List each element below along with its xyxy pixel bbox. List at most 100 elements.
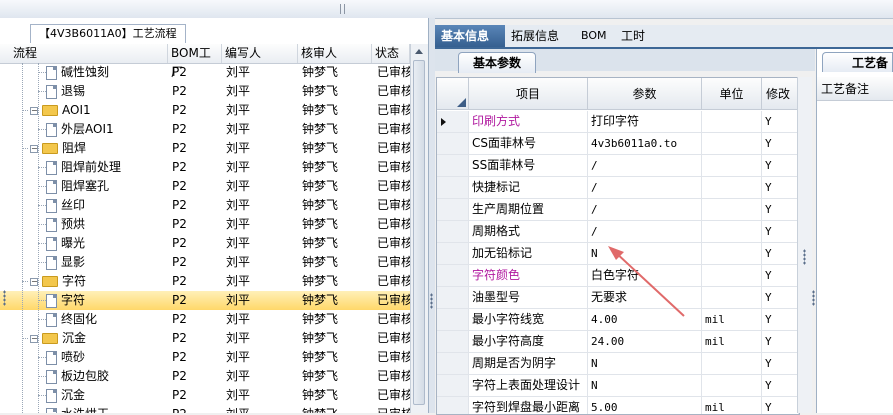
- parameter-row[interactable]: CS面菲林号 4v3b6011a0.to Y: [437, 133, 799, 155]
- column-header-item[interactable]: 项目: [469, 78, 588, 110]
- param-cell[interactable]: /: [588, 221, 702, 242]
- parameter-row[interactable]: 快捷标记 / Y: [437, 177, 799, 199]
- unit-cell[interactable]: mil: [702, 397, 762, 414]
- tree-node[interactable]: 丝印: [46, 196, 168, 215]
- tree-row[interactable]: 曝光 P2 刘平 钟梦飞 已审核: [0, 234, 410, 253]
- modify-cell[interactable]: Y: [762, 375, 799, 396]
- splitter-grip-icon[interactable]: [430, 293, 433, 309]
- collapse-toggle-icon[interactable]: −: [30, 106, 38, 115]
- row-indicator[interactable]: [437, 133, 469, 154]
- modify-cell[interactable]: Y: [762, 199, 799, 220]
- scroll-up-icon[interactable]: [415, 49, 423, 54]
- tree-vertical-scrollbar[interactable]: [410, 44, 428, 413]
- column-header-writer[interactable]: 编写人: [222, 44, 298, 63]
- unit-cell[interactable]: [702, 375, 762, 396]
- tree-row[interactable]: 外层AOI1 P2 刘平 钟梦飞 已审核: [0, 120, 410, 139]
- grid-vertical-scrollbar[interactable]: [797, 77, 812, 413]
- tree-row[interactable]: 预烘 P2 刘平 钟梦飞 已审核: [0, 215, 410, 234]
- row-indicator[interactable]: [437, 353, 469, 374]
- column-header-bom[interactable]: BOM工厂: [168, 44, 222, 79]
- param-cell[interactable]: 5.00: [588, 397, 702, 414]
- tree-node[interactable]: 沉金: [46, 386, 168, 405]
- row-indicator[interactable]: [437, 309, 469, 330]
- tree-row[interactable]: 水洗烘干P2刘平钟梦飞已审核: [0, 405, 410, 413]
- param-cell[interactable]: N: [588, 375, 702, 396]
- process-notes-tab[interactable]: 工艺备: [822, 52, 893, 72]
- unit-cell[interactable]: [702, 265, 762, 286]
- column-header-param[interactable]: 参数: [588, 78, 702, 110]
- param-cell[interactable]: 24.00: [588, 331, 702, 352]
- tree-row[interactable]: 阻焊塞孔 P2 刘平 钟梦飞 已审核: [0, 177, 410, 196]
- row-indicator[interactable]: [437, 111, 469, 132]
- collapse-toggle-icon[interactable]: −: [30, 334, 38, 343]
- tree-row[interactable]: 丝印 P2 刘平 钟梦飞 已审核: [0, 196, 410, 215]
- tree-node[interactable]: 字符: [46, 291, 168, 310]
- parameter-row[interactable]: 印刷方式 打印字符 Y: [437, 111, 799, 133]
- tree-node[interactable]: 退锡: [46, 82, 168, 101]
- process-flow-tab[interactable]: 【4V3B6011A0】工艺流程: [30, 24, 186, 43]
- param-cell[interactable]: /: [588, 177, 702, 198]
- tree-node[interactable]: − AOI1: [30, 101, 168, 120]
- column-header-unit[interactable]: 单位: [702, 78, 762, 110]
- row-indicator[interactable]: [437, 177, 469, 198]
- tab-basic-info[interactable]: 基本信息: [435, 25, 505, 47]
- tree-folder-row[interactable]: − 阻焊 P2 刘平 钟梦飞 已审核: [0, 139, 410, 158]
- unit-cell[interactable]: [702, 111, 762, 132]
- modify-cell[interactable]: Y: [762, 133, 799, 154]
- unit-cell[interactable]: mil: [702, 331, 762, 352]
- param-cell[interactable]: N: [588, 353, 702, 374]
- unit-cell[interactable]: [702, 133, 762, 154]
- tree-node[interactable]: 水洗烘干: [46, 405, 168, 413]
- tree-folder-row[interactable]: − 字符 P2 刘平 钟梦飞 已审核: [0, 272, 410, 291]
- parameter-row[interactable]: 最小字符高度 24.00 mil Y: [437, 331, 799, 353]
- row-indicator[interactable]: [437, 199, 469, 220]
- tree-node[interactable]: 外层AOI1: [46, 120, 168, 139]
- tree-node[interactable]: 阻焊前处理: [46, 158, 168, 177]
- collapse-toggle-icon[interactable]: −: [30, 277, 38, 286]
- tree-folder-row[interactable]: − AOI1 P2 刘平 钟梦飞 已审核: [0, 101, 410, 120]
- tree-node[interactable]: 阻焊塞孔: [46, 177, 168, 196]
- tab-extended-info[interactable]: 拓展信息: [505, 25, 565, 47]
- tree-node[interactable]: 碱性蚀刻: [46, 63, 168, 82]
- modify-cell[interactable]: Y: [762, 353, 799, 374]
- modify-cell[interactable]: Y: [762, 243, 799, 264]
- tree-row[interactable]: 沉金 P2 刘平 钟梦飞 已审核: [0, 386, 410, 405]
- param-cell[interactable]: /: [588, 155, 702, 176]
- parameter-row[interactable]: 字符到焊盘最小距离 5.00 mil Y: [437, 397, 799, 414]
- unit-cell[interactable]: [702, 177, 762, 198]
- parameter-row[interactable]: 生产周期位置 / Y: [437, 199, 799, 221]
- modify-cell[interactable]: Y: [762, 309, 799, 330]
- param-cell[interactable]: /: [588, 199, 702, 220]
- unit-cell[interactable]: [702, 221, 762, 242]
- column-header-status[interactable]: 状态: [372, 44, 410, 63]
- collapse-toggle-icon[interactable]: −: [30, 144, 38, 153]
- row-indicator[interactable]: [437, 331, 469, 352]
- row-indicator[interactable]: [437, 375, 469, 396]
- grid-corner[interactable]: [437, 78, 469, 110]
- unit-cell[interactable]: mil: [702, 309, 762, 330]
- modify-cell[interactable]: Y: [762, 177, 799, 198]
- unit-cell[interactable]: [702, 199, 762, 220]
- tab-bom[interactable]: BOM: [575, 25, 613, 47]
- unit-cell[interactable]: [702, 243, 762, 264]
- modify-cell[interactable]: Y: [762, 265, 799, 286]
- grid-grip-icon[interactable]: [803, 249, 806, 265]
- param-cell[interactable]: 4v3b6011a0.to: [588, 133, 702, 154]
- tree-node[interactable]: 曝光: [46, 234, 168, 253]
- modify-cell[interactable]: Y: [762, 155, 799, 176]
- tree-node[interactable]: 显影: [46, 253, 168, 272]
- tree-folder-row[interactable]: − 沉金 P2 刘平 钟梦飞 已审核: [0, 329, 410, 348]
- row-indicator[interactable]: [437, 243, 469, 264]
- tree-row[interactable]: 阻焊前处理 P2 刘平 钟梦飞 已审核: [0, 158, 410, 177]
- parameter-row[interactable]: 字符上表面处理设计 N Y: [437, 375, 799, 397]
- modify-cell[interactable]: Y: [762, 331, 799, 352]
- column-header-modify[interactable]: 修改: [762, 78, 799, 110]
- tree-row[interactable]: 板边包胶 P2 刘平 钟梦飞 已审核: [0, 367, 410, 386]
- unit-cell[interactable]: [702, 287, 762, 308]
- unit-cell[interactable]: [702, 353, 762, 374]
- tree-node[interactable]: 预烘: [46, 215, 168, 234]
- scrollbar-thumb[interactable]: [413, 60, 425, 405]
- tree-row[interactable]: 喷砂 P2 刘平 钟梦飞 已审核: [0, 348, 410, 367]
- row-indicator[interactable]: [437, 155, 469, 176]
- panel-splitter[interactable]: [429, 18, 435, 413]
